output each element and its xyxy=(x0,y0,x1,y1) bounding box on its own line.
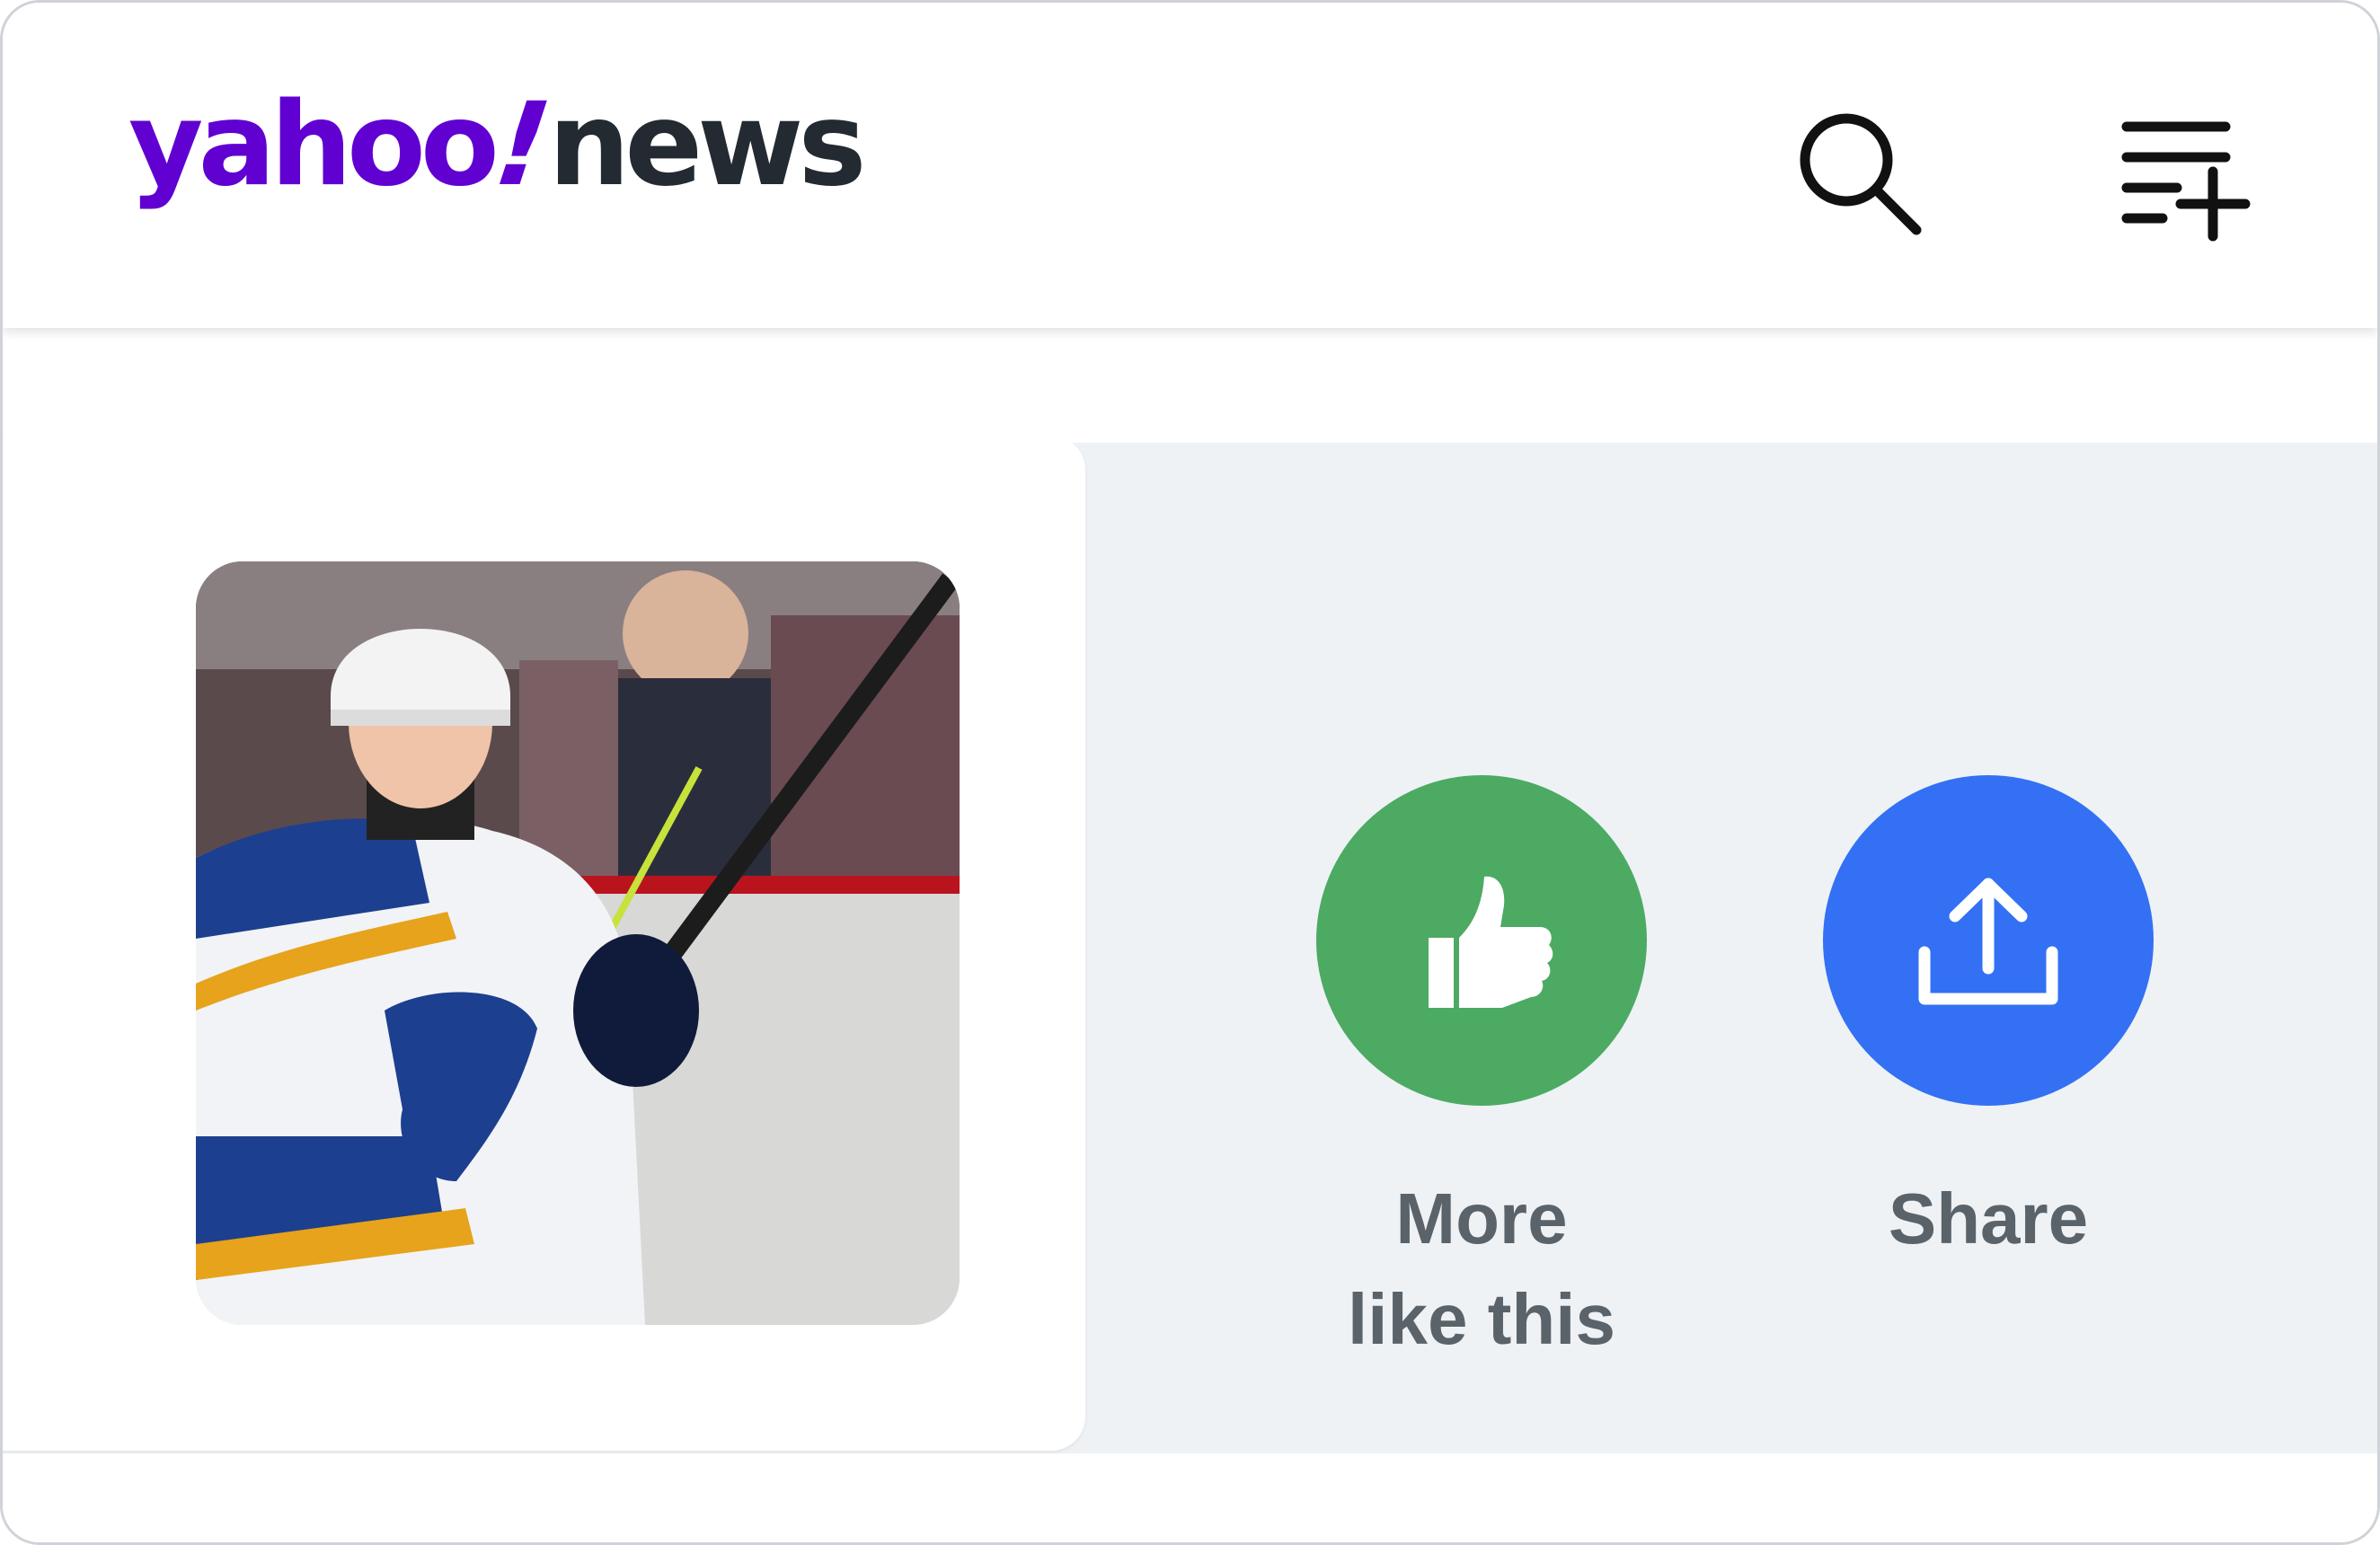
share-label: Share xyxy=(1888,1179,2089,1258)
app-frame: yahoo! news More like this Share xyxy=(0,0,2380,1545)
hockey-player-thumbnail[interactable] xyxy=(196,561,960,1325)
news-card[interactable] xyxy=(3,436,1085,1451)
more-like-this-circle xyxy=(1316,775,1647,1106)
search-button[interactable] xyxy=(1777,93,1939,254)
logo-product: news xyxy=(548,78,866,212)
logo-brand: yahoo xyxy=(128,78,500,212)
search-icon xyxy=(1800,113,1922,235)
thumbnail-image xyxy=(196,561,960,1325)
share-circle xyxy=(1823,775,2154,1106)
more-like-this-label: More like this xyxy=(1348,1179,1615,1359)
share-button[interactable]: Share xyxy=(1823,775,2154,1269)
thumbs-up-icon xyxy=(1429,876,1553,1008)
top-header: yahoo! news xyxy=(3,3,2377,328)
more-like-this-button[interactable]: More like this xyxy=(1316,775,1647,1370)
yahoo-news-logo[interactable]: yahoo! news xyxy=(128,78,867,241)
content-area: More like this Share xyxy=(3,328,2377,1542)
playlist-add-icon xyxy=(2121,121,2251,242)
playlist-add-button[interactable] xyxy=(2105,93,2267,254)
share-upload-icon xyxy=(1918,878,2058,1005)
